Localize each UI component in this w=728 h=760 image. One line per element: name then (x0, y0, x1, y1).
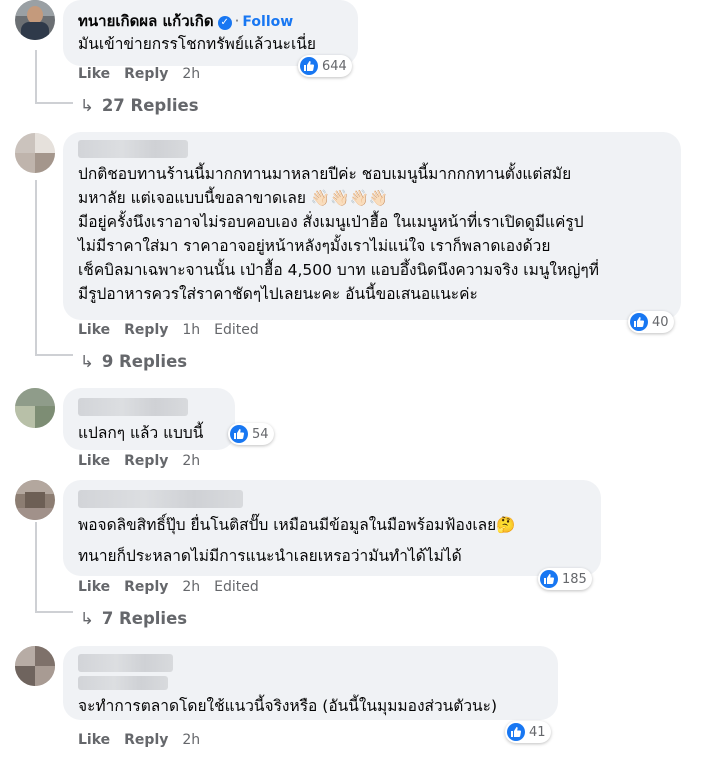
like-button[interactable]: Like (78, 322, 110, 338)
comment-author-blurred[interactable] (78, 140, 188, 158)
comment-text: มันเข้าข่ายกรรโชกทรัพย์แล้วนะเนี่ย (78, 35, 316, 53)
reaction-number: 40 (652, 314, 669, 330)
thread-connector (35, 180, 37, 356)
reaction-number: 644 (322, 58, 347, 74)
reply-button[interactable]: Reply (124, 579, 168, 595)
author-name[interactable]: ทนายเกิดผล แก้วเกิด (78, 12, 214, 30)
comment-author-blurred[interactable] (78, 654, 173, 672)
thread-connector (35, 354, 73, 356)
avatar[interactable] (15, 480, 55, 520)
timestamp[interactable]: 2h (182, 453, 200, 469)
reply-button[interactable]: Reply (124, 66, 168, 82)
comment-text: มีรูปอาหารควรใส่ราคาชัดๆไปเลยนะคะ อันนี้… (78, 285, 478, 303)
comment-text: มหาลัย แต่เจอแบบนี้ขอลาขาดเลย 👋🏻👋🏻👋🏻👋🏻 (78, 189, 389, 207)
reply-arrow-icon: ↳ (80, 352, 94, 371)
thread-connector (35, 611, 73, 613)
comment-text: พอจดลิขสิทธิ์ปุ๊บ ยื่นโนติสปั๊บ เหมือนมี… (78, 516, 516, 534)
avatar[interactable] (15, 388, 55, 428)
reply-button[interactable]: Reply (124, 732, 168, 748)
comment-actions: Like Reply 2h (78, 66, 214, 82)
comment-actions: Like Reply 1h Edited (78, 322, 273, 338)
like-reaction-icon (630, 313, 648, 331)
comment-thread: ทนายเกิดผล แก้วเกิด ✓ · Follow มันเข้าข่ายก… (0, 0, 728, 760)
verified-badge-icon: ✓ (217, 16, 232, 30)
timestamp[interactable]: 2h (182, 66, 200, 82)
reaction-count[interactable]: 185 (538, 568, 592, 590)
comment-text: มีอยู่ครั้งนึงเราอาจไม่รอบคอบเอง สั่งเมน… (78, 213, 584, 231)
like-reaction-icon (230, 425, 248, 443)
thread-connector (35, 522, 37, 613)
comment-author[interactable]: ทนายเกิดผล แก้วเกิด ✓ · Follow (78, 9, 293, 33)
edited-label[interactable]: Edited (214, 322, 259, 338)
view-replies-button[interactable]: ↳ 27 Replies (80, 96, 199, 115)
reaction-number: 54 (252, 426, 269, 442)
timestamp[interactable]: 2h (182, 732, 200, 748)
comment-actions: Like Reply 2h Edited (78, 579, 273, 595)
comment-text: แปลกๆ แล้ว แบบนี้ (78, 424, 204, 442)
like-button[interactable]: Like (78, 732, 110, 748)
like-button[interactable]: Like (78, 66, 110, 82)
comment-actions: Like Reply 2h (78, 732, 214, 748)
replies-count: 9 Replies (101, 352, 188, 371)
comment-text: ไม่มีราคาใส่มา ราคาอาจอยู่หน้าหลังๆมั้งเ… (78, 237, 551, 255)
like-reaction-icon (507, 723, 525, 741)
reply-button[interactable]: Reply (124, 453, 168, 469)
comment-author-blurred[interactable] (78, 490, 243, 508)
reaction-number: 185 (562, 571, 587, 587)
timestamp[interactable]: 2h (182, 579, 200, 595)
like-button[interactable]: Like (78, 579, 110, 595)
reply-button[interactable]: Reply (124, 322, 168, 338)
thread-connector (35, 50, 37, 104)
comment-text: ปกติชอบทานร้านนี้มากกทานมาหลายปีค่ะ ชอบเ… (78, 165, 572, 183)
reaction-count[interactable]: 644 (298, 55, 352, 77)
thread-connector (35, 102, 73, 104)
reply-arrow-icon: ↳ (80, 96, 94, 115)
comment-text: เช็คบิลมาเฉพาะจานนั้น เป่าฮื้อ 4,500 บาท… (78, 261, 599, 279)
reaction-count[interactable]: 54 (228, 423, 274, 445)
edited-label[interactable]: Edited (214, 579, 259, 595)
avatar[interactable] (15, 646, 55, 686)
like-button[interactable]: Like (78, 453, 110, 469)
separator-dot: · (234, 12, 240, 30)
like-reaction-icon (540, 570, 558, 588)
follow-button[interactable]: Follow (242, 14, 293, 30)
comment-text: ทนายก็ประหลาดไม่มีการแนะนำเลยเหรอว่ามันท… (78, 547, 462, 565)
timestamp[interactable]: 1h (182, 322, 200, 338)
comment-text: จะทำการตลาดโดยใช้แนวนี้จริงหรือ (อันนี้ใ… (78, 697, 498, 715)
reaction-count[interactable]: 41 (505, 721, 551, 743)
view-replies-button[interactable]: ↳ 7 Replies (80, 609, 187, 628)
reaction-count[interactable]: 40 (628, 311, 674, 333)
comment-author-blurred (78, 676, 168, 690)
reply-arrow-icon: ↳ (80, 609, 94, 628)
replies-count: 7 Replies (101, 609, 188, 628)
like-reaction-icon (300, 57, 318, 75)
comment-author-blurred[interactable] (78, 398, 188, 416)
comment-actions: Like Reply 2h (78, 453, 214, 469)
replies-count: 27 Replies (101, 96, 199, 115)
avatar[interactable] (15, 133, 55, 173)
reaction-number: 41 (529, 724, 546, 740)
view-replies-button[interactable]: ↳ 9 Replies (80, 352, 187, 371)
avatar[interactable] (15, 0, 55, 40)
